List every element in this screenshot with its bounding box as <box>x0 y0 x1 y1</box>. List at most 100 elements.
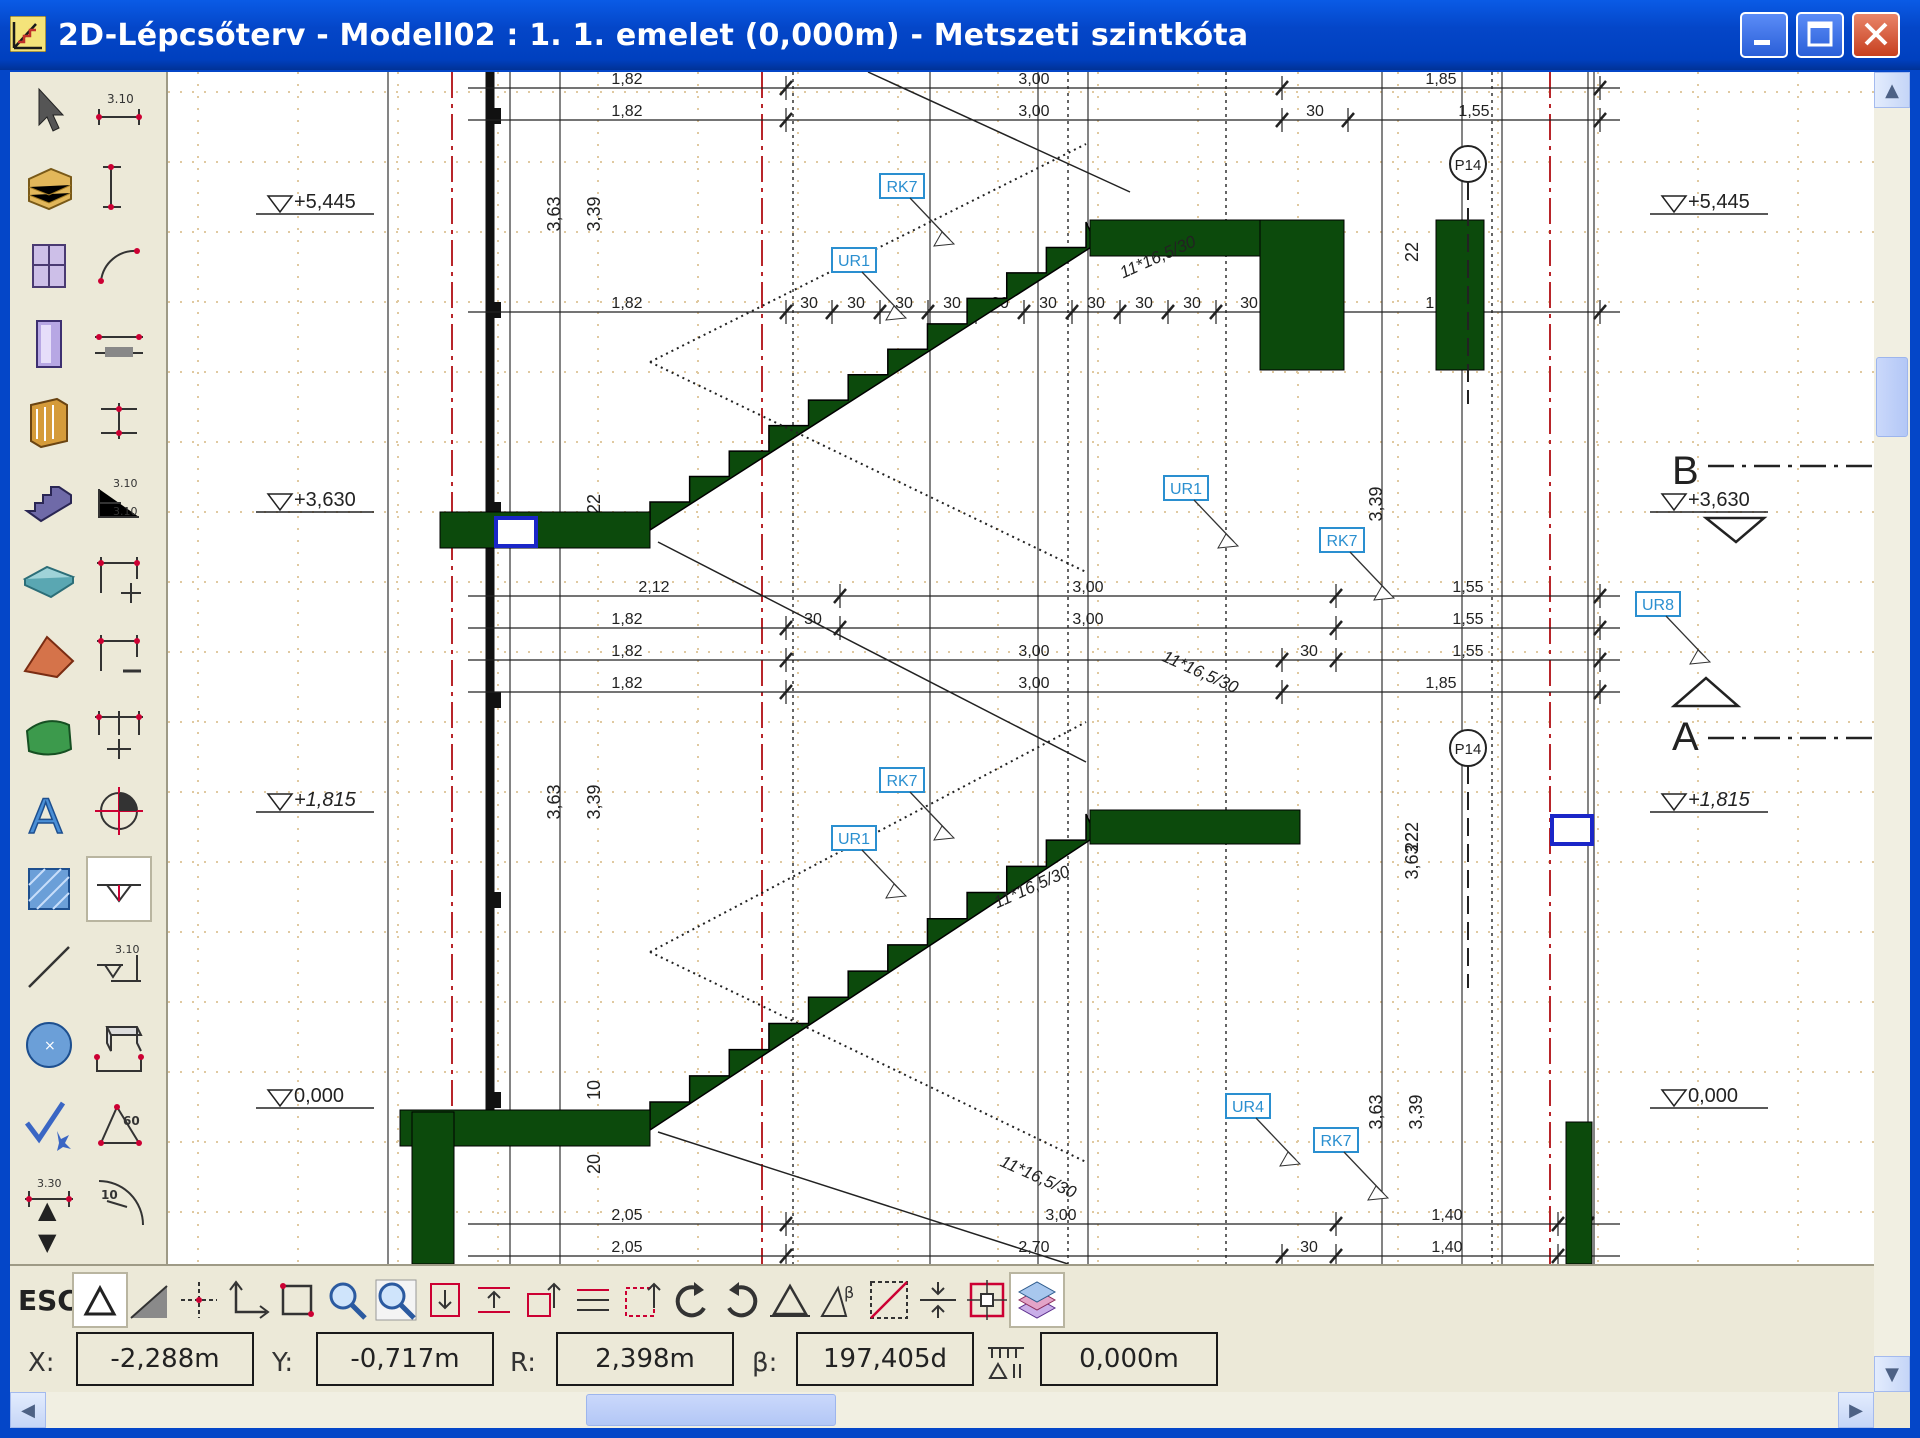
tool-mesh-button[interactable] <box>16 700 82 766</box>
tool-window-button[interactable] <box>16 232 82 298</box>
tool-elevation-arrow-button[interactable]: 3.10 <box>86 934 152 1000</box>
zoom-window-button[interactable] <box>368 1272 424 1328</box>
material-tag[interactable]: RK7 <box>1313 1127 1390 1201</box>
y-coordinate-field[interactable]: -0,717m <box>316 1332 494 1386</box>
x-coordinate-field[interactable]: -2,288m <box>76 1332 254 1386</box>
chevron-down-icon: ▼ <box>1885 1363 1899 1385</box>
tool-door-button[interactable] <box>16 310 82 376</box>
material-tag[interactable]: RK7 <box>1319 527 1396 601</box>
horizontal-scrollbar[interactable]: ◀ ▶ <box>10 1392 1874 1428</box>
tool-elevation-310-button[interactable]: 3.10 3.10 <box>86 466 152 532</box>
level-frame-button[interactable] <box>614 1272 670 1328</box>
tool-dimension-minus-button[interactable] <box>86 622 152 688</box>
tool-dimension-box-button[interactable] <box>86 1012 152 1078</box>
tool-triangle-angle-button[interactable]: 60 <box>86 1090 152 1156</box>
height-reference-button[interactable] <box>980 1332 1032 1388</box>
scroll-down-button[interactable]: ▼ <box>1874 1356 1910 1392</box>
vertical-offset-button[interactable] <box>910 1272 966 1328</box>
zoom-button[interactable] <box>319 1272 375 1328</box>
tool-radius-dimension-button[interactable]: 10 <box>86 1168 152 1234</box>
material-tag[interactable]: RK7 <box>879 173 956 247</box>
scroll-right-button[interactable]: ▶ <box>1838 1392 1874 1428</box>
rotate-right-button[interactable] <box>713 1272 769 1328</box>
box-snap-button[interactable] <box>269 1272 325 1328</box>
minimize-icon <box>1754 40 1770 45</box>
toolbox-scroll-down-button[interactable]: ▼ <box>38 1228 56 1256</box>
scroll-up-button[interactable]: ▲ <box>1874 72 1910 108</box>
vertical-dimension-label: 10 <box>584 1080 604 1100</box>
level-between-button[interactable] <box>466 1272 522 1328</box>
window-icon <box>32 244 66 288</box>
radius-field[interactable]: 2,398m <box>556 1332 734 1386</box>
tool-line-button[interactable] <box>16 934 82 1000</box>
section-drawing[interactable]: 1,82 3,00 1,85 1,82 3,00 30 1,55 1,82 30 30 30 30 30… <box>168 72 1874 1264</box>
vertical-dimension-label: 3,39 <box>1406 1094 1426 1129</box>
drawing-canvas[interactable]: 1,82 3,00 1,85 1,82 3,00 30 1,55 1,82 30 30 30 30 30… <box>168 72 1874 1264</box>
tool-dimension-plus-button[interactable] <box>86 544 152 610</box>
level-marker-left: +1,815 <box>256 789 374 813</box>
level-align-button[interactable] <box>565 1272 621 1328</box>
rotate-left-button[interactable] <box>664 1272 720 1328</box>
tool-dimension-310-button[interactable]: 3.10 <box>86 76 152 142</box>
minimize-button[interactable] <box>1740 12 1788 58</box>
tag-text: UR1 <box>838 253 870 270</box>
anchor-mark <box>491 692 501 708</box>
vertical-offset-icon <box>920 1282 957 1318</box>
dimension-label: 1,85 <box>1425 675 1456 692</box>
close-button[interactable] <box>1852 12 1900 58</box>
tool-magic-wand-button[interactable] <box>16 1090 82 1156</box>
ortho-axes-button[interactable] <box>220 1272 276 1328</box>
angle-beta-button[interactable]: β <box>812 1272 868 1328</box>
material-tag[interactable]: UR8 <box>1635 591 1712 665</box>
maximize-button[interactable] <box>1796 12 1844 58</box>
horizontal-scroll-thumb[interactable] <box>586 1394 836 1426</box>
tool-library-object-button[interactable] <box>16 388 82 454</box>
dimension-label: 1,55 <box>1458 103 1489 120</box>
material-tag[interactable]: UR1 <box>831 825 908 899</box>
tool-stair-button[interactable] <box>16 466 82 532</box>
tool-hatch-button[interactable] <box>16 856 82 922</box>
tool-level-dimension-button[interactable] <box>86 388 152 454</box>
tool-center-mark-button[interactable] <box>86 778 152 844</box>
triangle-button[interactable] <box>762 1272 818 1328</box>
angle-field[interactable]: 197,405d <box>796 1332 974 1386</box>
esc-button[interactable]: ESC <box>18 1284 78 1317</box>
tool-wall-button[interactable] <box>16 154 82 220</box>
level-up-button[interactable] <box>516 1272 572 1328</box>
vertical-scrollbar[interactable]: ▲ ▼ <box>1874 72 1910 1392</box>
tool-circle-button[interactable]: × <box>16 1012 82 1078</box>
tool-dimension-insert-button[interactable] <box>86 700 152 766</box>
vertical-scroll-thumb[interactable] <box>1876 357 1908 437</box>
title-bar[interactable]: 2D-Lépcsőterv - Modell02 : 1. 1. emelet … <box>0 0 1920 70</box>
slope-button[interactable] <box>121 1272 177 1328</box>
level-marker-right: 0,000 <box>1650 1085 1768 1109</box>
tool-section-level-button[interactable] <box>86 856 152 922</box>
cross-cursor-button[interactable] <box>171 1272 227 1328</box>
scroll-left-button[interactable]: ◀ <box>10 1392 46 1428</box>
toolbox-scroll-up-button[interactable]: ▲ <box>38 1196 56 1224</box>
tool-roof-button[interactable] <box>16 622 82 688</box>
dimension-insert-icon <box>95 711 143 759</box>
resize-grip[interactable] <box>1874 1392 1910 1428</box>
layers-button[interactable] <box>1008 1272 1065 1328</box>
tool-chain-dimension-button[interactable] <box>86 310 152 376</box>
tool-text-button[interactable]: A <box>16 778 82 844</box>
tool-vertical-dimension-button[interactable] <box>86 154 152 220</box>
tool-angular-dimension-button[interactable] <box>86 232 152 298</box>
material-tag[interactable]: UR1 <box>831 247 908 321</box>
height-field[interactable]: 0,000m <box>1040 1332 1218 1386</box>
triangle-snap-button[interactable] <box>72 1272 128 1328</box>
snap-point-button[interactable] <box>959 1272 1015 1328</box>
tool-slab-button[interactable] <box>16 544 82 610</box>
material-tag[interactable]: RK7 <box>879 767 956 841</box>
tag-arrow-icon <box>1373 585 1396 601</box>
level-marker-right: +5,445 <box>1650 191 1768 215</box>
section-arrow-down-icon <box>1702 516 1768 544</box>
tool-arrow-pointer-button[interactable] <box>16 76 82 142</box>
library-object-icon <box>30 397 68 449</box>
level-marker-left: +3,630 <box>256 489 374 513</box>
material-tag[interactable]: UR4 <box>1225 1093 1302 1167</box>
level-down-button[interactable] <box>417 1272 473 1328</box>
angle-measure-button[interactable] <box>861 1272 917 1328</box>
grid-layer <box>168 72 1874 1264</box>
